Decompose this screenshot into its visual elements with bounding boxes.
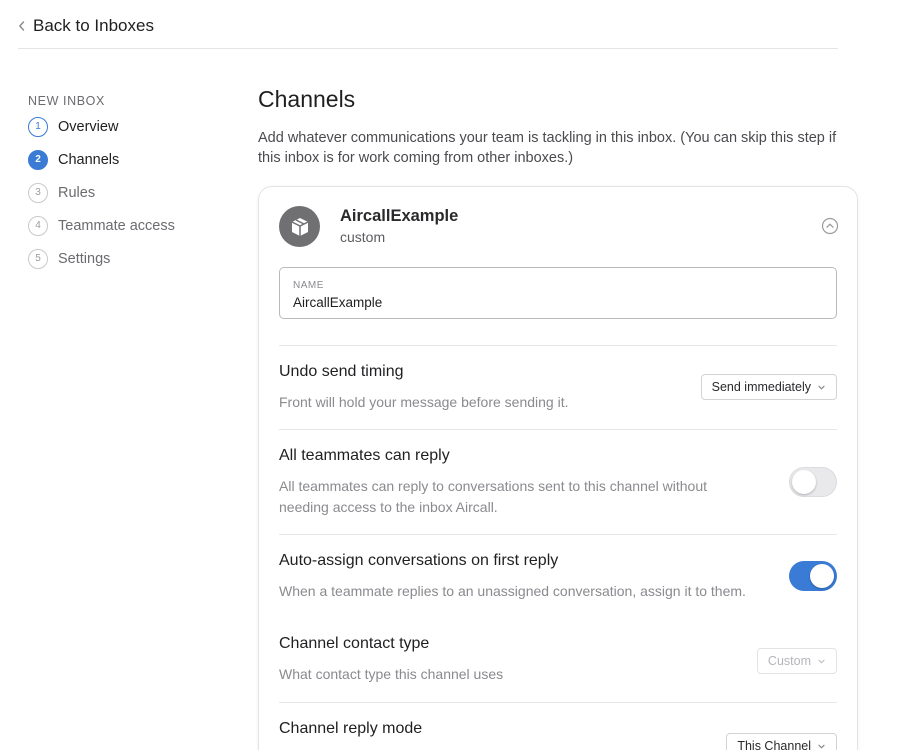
step-number: 5	[28, 248, 48, 269]
chevron-up-circle-icon	[821, 217, 839, 235]
channel-name: AircallExample	[340, 207, 459, 225]
contact-type-row: Channel contact type What contact type t…	[279, 618, 837, 702]
collapse-button[interactable]	[821, 217, 839, 235]
step-label: Rules	[58, 184, 96, 201]
all-reply-toggle[interactable]	[789, 467, 837, 497]
all-reply-title: All teammates can reply	[279, 447, 450, 464]
back-link-label: Back to Inboxes	[33, 16, 154, 35]
contact-type-description: What contact type this channel uses	[279, 666, 504, 682]
undo-send-description: Front will hold your message before send…	[279, 394, 569, 410]
auto-assign-toggle[interactable]	[789, 561, 837, 591]
undo-send-select[interactable]: Send immediately	[700, 374, 837, 400]
step-settings[interactable]: 5 Settings	[28, 242, 228, 275]
reply-mode-row: Channel reply mode This Channel	[279, 702, 837, 750]
step-label: Teammate access	[58, 217, 175, 234]
page-title: Channels	[258, 86, 356, 112]
reply-mode-select[interactable]: This Channel	[726, 733, 837, 750]
auto-assign-title: Auto-assign conversations on first reply	[279, 552, 559, 569]
top-bar: Back to Inboxes	[18, 0, 838, 49]
chevron-down-icon	[817, 742, 826, 750]
contact-type-select: Custom	[756, 648, 837, 674]
auto-assign-description: When a teammate replies to an unassigned…	[279, 583, 746, 599]
contact-type-title: Channel contact type	[279, 635, 430, 652]
step-teammate-access[interactable]: 4 Teammate access	[28, 209, 228, 242]
name-field-label: Name	[293, 280, 324, 291]
step-channels[interactable]: 2 Channels	[28, 143, 228, 176]
sidebar-heading: New Inbox	[28, 94, 105, 108]
page-description: Add whatever communications your team is…	[258, 130, 837, 166]
chevron-down-icon	[817, 657, 826, 666]
contact-type-value: Custom	[767, 654, 811, 668]
chevron-down-icon	[817, 383, 826, 392]
step-label: Overview	[58, 118, 119, 135]
step-number: 3	[28, 182, 48, 203]
wizard-sidebar: New Inbox 1 Overview 2 Channels 3 Rules …	[28, 94, 228, 275]
step-number: 2	[28, 149, 48, 170]
step-overview[interactable]: 1 Overview	[28, 110, 228, 143]
all-reply-description: All teammates can reply to conversations…	[279, 478, 707, 515]
toggle-knob	[792, 470, 816, 494]
undo-send-value: Send immediately	[711, 380, 811, 394]
channel-name-input[interactable]	[293, 293, 823, 311]
step-label: Settings	[58, 250, 111, 267]
step-label: Channels	[58, 151, 120, 168]
channel-type: custom	[340, 229, 386, 245]
reply-mode-title: Channel reply mode	[279, 720, 423, 737]
channel-name-field[interactable]: Name	[279, 267, 837, 319]
channel-card: AircallExample custom Name Undo send tim…	[258, 186, 858, 750]
all-teammates-reply-row: All teammates can reply All teammates ca…	[279, 429, 837, 534]
channel-card-header: AircallExample custom	[279, 206, 839, 248]
undo-send-title: Undo send timing	[279, 363, 404, 380]
reply-mode-value: This Channel	[737, 739, 811, 750]
step-number: 4	[28, 215, 48, 236]
main-content: Channels Add whatever communications you…	[258, 86, 858, 750]
toggle-knob	[810, 564, 834, 588]
auto-assign-row: Auto-assign conversations on first reply…	[279, 534, 837, 618]
step-rules[interactable]: 3 Rules	[28, 176, 228, 209]
chevron-left-icon	[18, 16, 33, 36]
package-icon	[279, 206, 320, 247]
step-number: 1	[28, 116, 48, 137]
undo-send-row: Undo send timing Front will hold your me…	[279, 345, 837, 429]
back-to-inboxes-link[interactable]: Back to Inboxes	[18, 16, 154, 36]
